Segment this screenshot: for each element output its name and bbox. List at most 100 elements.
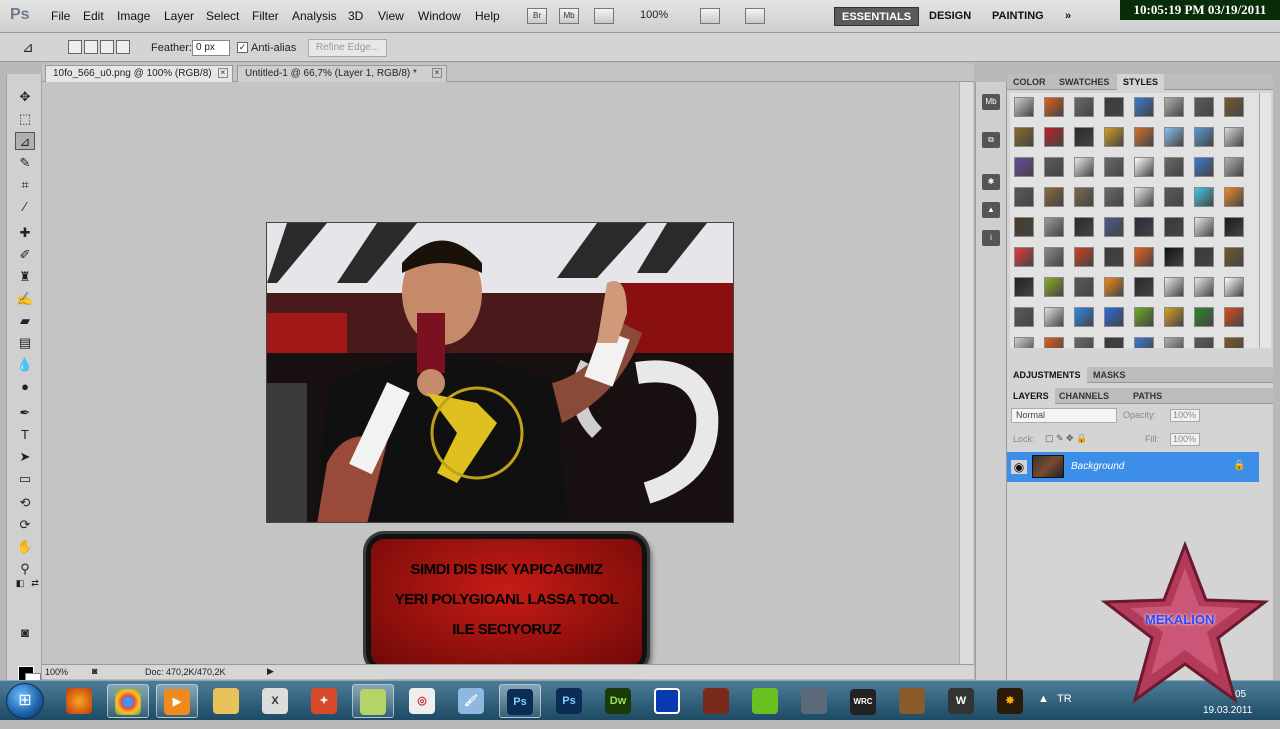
style-swatch[interactable] — [1134, 157, 1154, 177]
hand-tool-icon[interactable]: ✋ — [15, 538, 35, 556]
style-swatch[interactable] — [1224, 127, 1244, 147]
tab-swatches[interactable]: SWATCHES — [1053, 74, 1115, 90]
style-swatch[interactable] — [1134, 277, 1154, 297]
style-swatch[interactable] — [1104, 247, 1124, 267]
add-to-selection-icon[interactable] — [84, 40, 98, 54]
crop-tool-icon[interactable]: ⌗ — [15, 176, 35, 194]
info-dock-icon[interactable]: i — [982, 230, 1000, 246]
navigator-dock-icon[interactable]: ▲ — [982, 202, 1000, 218]
style-swatch[interactable] — [1044, 247, 1064, 267]
style-swatch[interactable] — [1104, 217, 1124, 237]
style-swatch[interactable] — [1164, 307, 1184, 327]
taskbar-dreamweaver[interactable]: Dw — [597, 684, 639, 718]
style-swatch[interactable] — [1104, 277, 1124, 297]
menu-view[interactable]: View — [378, 9, 404, 23]
style-swatch[interactable] — [1194, 157, 1214, 177]
zoom-status-field[interactable]: 100% — [45, 667, 68, 677]
explorer-folder-icon[interactable] — [205, 684, 247, 718]
antialias-checkbox[interactable]: ✓ — [237, 42, 248, 53]
tab-document-1[interactable]: 10fo_566_u0.png @ 100% (RGB/8) × — [45, 65, 233, 82]
styles-scrollbar[interactable] — [1259, 93, 1271, 348]
style-swatch[interactable] — [1044, 157, 1064, 177]
show-hidden-icons-icon[interactable]: ▲ — [1038, 693, 1049, 705]
lock-icons[interactable]: ▢ ✎ ✥ 🔒 — [1045, 433, 1087, 444]
screen-mode-icon[interactable] — [745, 8, 765, 24]
eyedropper-tool-icon[interactable]: ⁄ — [15, 198, 35, 216]
style-swatch[interactable] — [1224, 187, 1244, 207]
style-swatch[interactable] — [1104, 187, 1124, 207]
tab-document-2[interactable]: Untitled-1 @ 66,7% (Layer 1, RGB/8) * × — [237, 65, 447, 82]
taskbar-photoshop-2[interactable]: Ps — [548, 684, 590, 718]
style-swatch[interactable] — [1104, 97, 1124, 117]
menu-filter[interactable]: Filter — [252, 9, 279, 23]
style-swatch[interactable] — [1224, 277, 1244, 297]
subtract-from-selection-icon[interactable] — [100, 40, 114, 54]
type-tool-icon[interactable]: T — [15, 426, 35, 444]
marquee-tool-icon[interactable]: ⬚ — [15, 110, 35, 128]
style-swatch[interactable] — [1044, 127, 1064, 147]
tab-adjustments[interactable]: ADJUSTMENTS — [1007, 367, 1087, 383]
lasso-tool-icon[interactable]: ⊿ — [15, 132, 35, 150]
style-swatch[interactable] — [1194, 337, 1214, 348]
style-swatch[interactable] — [1224, 307, 1244, 327]
style-swatch[interactable] — [1044, 277, 1064, 297]
tab-styles[interactable]: STYLES — [1117, 74, 1165, 90]
style-swatch[interactable] — [1074, 307, 1094, 327]
menu-help[interactable]: Help — [475, 9, 500, 23]
style-swatch[interactable] — [1164, 337, 1184, 348]
start-button[interactable]: ⊞ — [6, 683, 44, 719]
app-player-icon[interactable] — [695, 684, 737, 718]
style-swatch[interactable] — [1074, 97, 1094, 117]
workspace-design[interactable]: DESIGN — [922, 7, 978, 26]
layer-row-background[interactable]: ◉ Background 🔒 — [1007, 452, 1259, 482]
style-swatch[interactable] — [1044, 187, 1064, 207]
move-tool-icon[interactable]: ✥ — [15, 88, 35, 106]
app-red-icon[interactable]: ✦ — [303, 684, 345, 718]
style-swatch[interactable] — [1014, 97, 1034, 117]
media-player-icon[interactable]: ▶ — [156, 684, 198, 718]
app-spark-icon[interactable]: ✸ — [989, 684, 1031, 718]
style-swatch[interactable] — [1194, 247, 1214, 267]
close-icon[interactable]: × — [432, 68, 442, 78]
zoom-level-select[interactable]: 100% — [640, 9, 668, 21]
opacity-input[interactable]: 100% — [1170, 409, 1200, 422]
style-swatch[interactable] — [1104, 337, 1124, 348]
tab-paths[interactable]: PATHS — [1127, 388, 1168, 404]
style-swatch[interactable] — [1044, 307, 1064, 327]
tab-masks[interactable]: MASKS — [1087, 367, 1132, 383]
layer-name[interactable]: Background — [1071, 461, 1124, 472]
blur-tool-icon[interactable]: 💧 — [15, 356, 35, 374]
chrome-icon[interactable] — [107, 684, 149, 718]
healing-brush-tool-icon[interactable]: ✚ — [15, 224, 35, 242]
menu-file[interactable]: File — [51, 9, 70, 23]
style-swatch[interactable] — [1074, 247, 1094, 267]
style-swatch[interactable] — [1014, 127, 1034, 147]
app-blue-icon[interactable] — [646, 684, 688, 718]
style-swatch[interactable] — [1104, 127, 1124, 147]
style-swatch[interactable] — [1044, 337, 1064, 348]
language-indicator[interactable]: TR — [1057, 693, 1072, 705]
style-swatch[interactable] — [1074, 127, 1094, 147]
style-swatch[interactable] — [1074, 187, 1094, 207]
style-swatch[interactable] — [1044, 97, 1064, 117]
style-swatch[interactable] — [1014, 307, 1034, 327]
gradient-tool-icon[interactable]: ▤ — [15, 334, 35, 352]
tab-color[interactable]: COLOR — [1007, 74, 1052, 90]
style-swatch[interactable] — [1134, 307, 1154, 327]
style-swatch[interactable] — [1134, 97, 1154, 117]
style-swatch[interactable] — [1014, 187, 1034, 207]
quick-mask-icon[interactable]: ◙ — [15, 624, 35, 642]
style-swatch[interactable] — [1224, 337, 1244, 348]
style-swatch[interactable] — [1104, 157, 1124, 177]
app-photo-icon[interactable] — [793, 684, 835, 718]
workspace-more-button[interactable]: » — [1058, 7, 1078, 26]
dodge-tool-icon[interactable]: ● — [15, 378, 35, 396]
style-swatch[interactable] — [1194, 187, 1214, 207]
arrange-documents-icon[interactable] — [700, 8, 720, 24]
style-swatch[interactable] — [1014, 247, 1034, 267]
app-game-icon[interactable] — [891, 684, 933, 718]
menu-layer[interactable]: Layer — [164, 9, 194, 23]
tab-channels[interactable]: CHANNELS — [1053, 388, 1115, 404]
clone-stamp-tool-icon[interactable]: ♜ — [15, 268, 35, 286]
feather-input[interactable]: 0 px — [192, 40, 230, 56]
